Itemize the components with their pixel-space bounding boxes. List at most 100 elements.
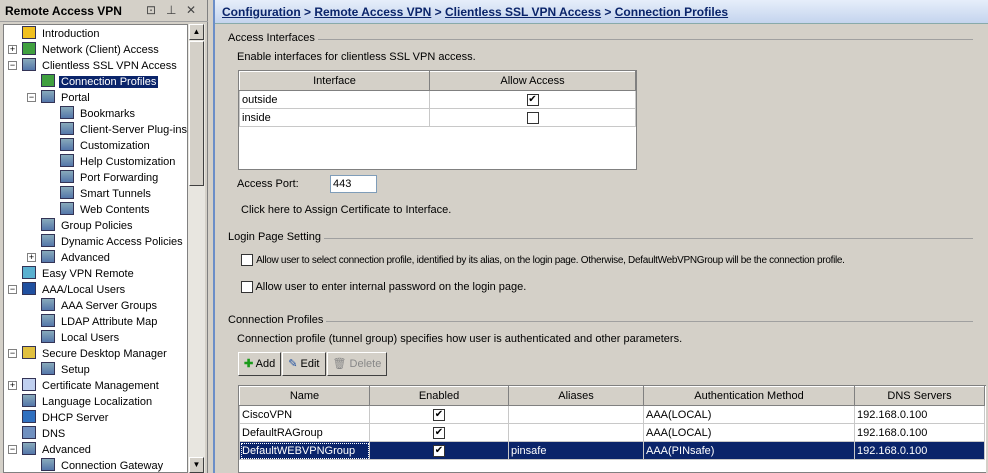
table-row[interactable]: outside ✔ [239,90,636,109]
edit-button[interactable]: ✎ Edit [282,352,326,376]
login-option-select-profile[interactable]: Allow user to select connection profile,… [241,254,845,267]
access-desc: Enable interfaces for clientless SSL VPN… [237,51,476,63]
tree-item-label: Portal [61,92,90,104]
tree-item-label: Local Users [61,332,120,344]
col-name[interactable]: Name [239,386,370,406]
tree-item-label: DHCP Server [42,412,109,424]
advanced-icon [41,250,55,263]
tree-item[interactable]: Web Contents [60,202,152,218]
pin-icon[interactable]: ⊥ [166,3,176,17]
tree-item-label: Smart Tunnels [80,188,151,200]
tree-item[interactable]: Secure Desktop Manager [22,346,169,362]
expand-icon[interactable]: + [27,253,36,262]
access-interfaces-title: Access Interfaces [228,32,318,44]
internal-password-checkbox[interactable] [241,281,253,294]
breadcrumb-clientless[interactable]: Clientless SSL VPN Access [445,5,601,19]
tree-item[interactable]: Bookmarks [60,106,137,122]
navigation-tree: Introduction + Network (Client) Access − Cli… [3,24,188,473]
float-icon[interactable]: ⊡ [146,3,156,17]
tree-item-label: Client-Server Plug-ins [80,124,187,136]
web-contents-icon [60,202,74,215]
table-row-selected[interactable]: DefaultWEBVPNGroup ✔ pinsafe AAA(PINsafe) 19… [239,441,985,460]
tree-item[interactable]: Group Policies [41,218,135,234]
collapse-icon[interactable]: − [27,93,36,102]
tree-item[interactable]: DNS [22,426,67,442]
scroll-thumb[interactable] [189,41,204,186]
tree-item[interactable]: Client-Server Plug-ins [60,122,187,138]
port-forwarding-icon [60,170,74,183]
delete-button[interactable]: 🗑 Delete [326,352,388,376]
table-row[interactable]: inside [239,108,636,127]
col-allow-access[interactable]: Allow Access [429,71,636,91]
interfaces-table-box: Interface Allow Access outside ✔ inside [238,70,637,170]
tree-item-label: AAA Server Groups [61,300,157,312]
table-row[interactable]: DefaultRAGroup ✔ AAA(LOCAL) 192.168.0.100 [239,423,985,442]
easy-vpn-icon [22,266,36,279]
tree-item[interactable]: Port Forwarding [60,170,160,186]
collapse-icon[interactable]: − [8,349,17,358]
tree-item-label: Connection Profiles [59,76,159,88]
tree-item[interactable]: AAA/Local Users [22,282,127,298]
login-option-internal-password[interactable]: Allow user to enter internal password on… [241,281,526,294]
collapse-icon[interactable]: − [8,445,17,454]
tree-item[interactable]: Smart Tunnels [60,186,153,202]
tree-item[interactable]: LDAP Attribute Map [41,314,159,330]
breadcrumb-remote-access-vpn[interactable]: Remote Access VPN [314,5,431,19]
scroll-up-icon[interactable]: ▲ [189,24,204,40]
tree-item[interactable]: Certificate Management [22,378,161,394]
tree-item[interactable]: Setup [41,362,92,378]
connection-profiles-group: Connection Profiles [228,314,973,326]
col-auth-method[interactable]: Authentication Method [643,386,855,406]
col-aliases[interactable]: Aliases [508,386,644,406]
tree-item[interactable]: Advanced [22,442,93,458]
ldap-icon [41,314,55,327]
enabled-checkbox[interactable]: ✔ [433,408,445,421]
tree-item[interactable]: AAA Server Groups [41,298,159,314]
col-interface[interactable]: Interface [239,71,430,91]
tree-item[interactable]: Clientless SSL VPN Access [22,58,179,74]
tree-item[interactable]: Network (Client) Access [22,42,161,58]
tree-item-label: Connection Gateway [61,460,164,472]
gateway-icon [41,458,55,471]
collapse-icon[interactable]: − [8,61,17,70]
col-enabled[interactable]: Enabled [369,386,509,406]
access-port-input[interactable] [330,175,377,193]
col-dns-servers[interactable]: DNS Servers [854,386,985,406]
tree-scrollbar[interactable]: ▲ ▼ [188,24,205,473]
tree-item-label: Port Forwarding [80,172,159,184]
access-interfaces-group: Access Interfaces [228,32,973,44]
table-row[interactable]: CiscoVPN ✔ AAA(LOCAL) 192.168.0.100 [239,405,985,424]
tree-item[interactable]: Connection Profiles [41,74,159,90]
tree-item-label: Advanced [42,444,91,456]
close-icon[interactable]: ✕ [186,3,196,17]
tree-item[interactable]: Help Customization [60,154,177,170]
tree-item[interactable]: Connection Gateway [41,458,165,472]
tree-item[interactable]: Advanced [41,250,112,266]
tree-item[interactable]: Language Localization [22,394,154,410]
tree-item[interactable]: Portal [41,90,92,106]
tree-item[interactable]: DHCP Server [22,410,110,426]
portal-icon [41,90,55,103]
breadcrumb-connection-profiles[interactable]: Connection Profiles [615,5,728,19]
assign-certificate-link[interactable]: Click here to Assign Certificate to Inte… [241,204,451,216]
select-profile-checkbox[interactable] [241,254,253,267]
tree-item[interactable]: Dynamic Access Policies [41,234,185,250]
tree-item[interactable]: Customization [60,138,152,154]
expand-icon[interactable]: + [8,45,17,54]
profiles-table-box: Name Enabled Aliases Authentication Meth… [238,385,986,473]
scroll-down-icon[interactable]: ▼ [189,457,204,473]
collapse-icon[interactable]: − [8,285,17,294]
allow-checkbox-outside[interactable]: ✔ [526,93,539,106]
tree-item[interactable]: Introduction [22,26,101,42]
breadcrumb-configuration[interactable]: Configuration [222,5,301,19]
allow-checkbox-inside[interactable] [526,111,539,124]
panel-title: Remote Access VPN [5,4,122,18]
portal-icon [22,58,36,71]
enabled-checkbox[interactable]: ✔ [433,444,445,457]
add-button[interactable]: ✚ Add [238,352,282,376]
enabled-checkbox[interactable]: ✔ [433,426,445,439]
expand-icon[interactable]: + [8,381,17,390]
tree-item-label: Customization [80,140,150,152]
tree-item[interactable]: Local Users [41,330,121,346]
tree-item[interactable]: Easy VPN Remote [22,266,136,282]
